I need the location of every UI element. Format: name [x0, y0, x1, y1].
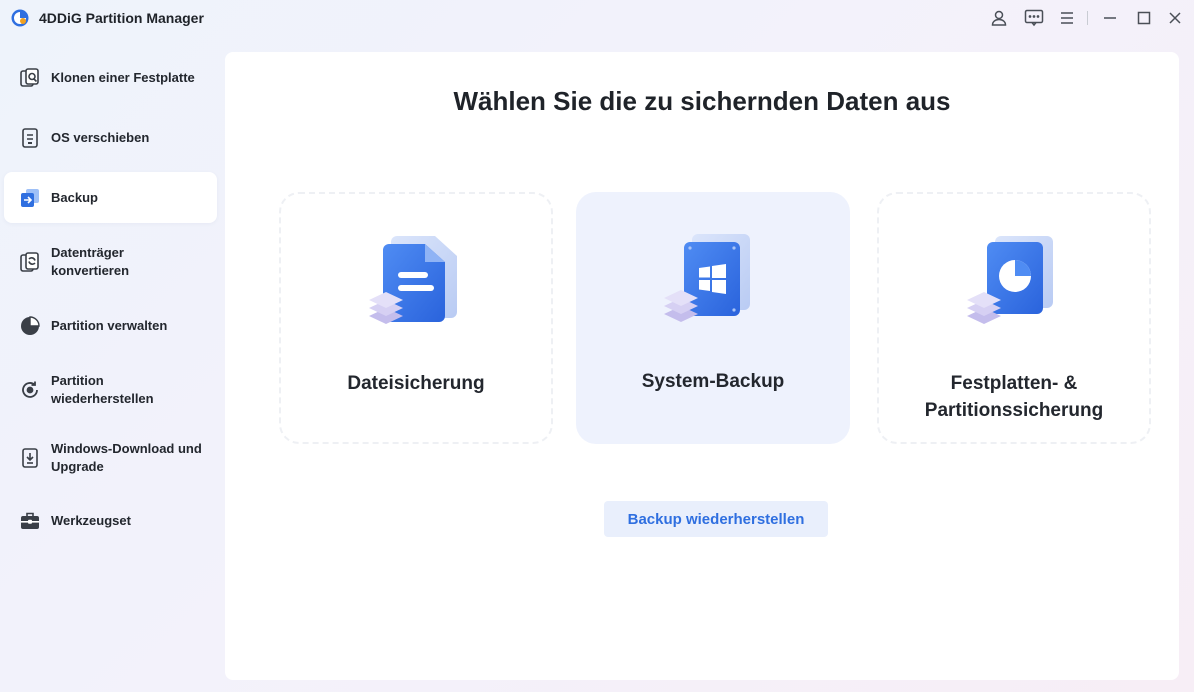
sidebar-item-label: Backup	[51, 189, 98, 205]
system-backup-icon	[662, 228, 766, 328]
backup-icon	[19, 187, 41, 209]
convert-disk-icon	[19, 251, 41, 273]
clone-disk-icon	[19, 67, 41, 89]
disk-partition-backup-icon	[965, 230, 1069, 330]
sidebar-item-backup[interactable]: Backup	[4, 172, 217, 223]
sidebar-item-manage-partition[interactable]: Partition verwalten	[4, 299, 217, 353]
sidebar-item-migrate-os[interactable]: OS verschieben	[4, 111, 217, 165]
toolbox-icon	[19, 510, 41, 532]
close-icon[interactable]	[1163, 6, 1187, 30]
file-backup-icon	[367, 230, 471, 330]
maximize-icon[interactable]	[1132, 6, 1156, 30]
sidebar: Klonen einer Festplatte OS verschieben B…	[0, 48, 222, 688]
windows-download-icon	[19, 447, 41, 469]
sidebar-item-label: Windows-Download und Upgrade	[51, 441, 202, 474]
restore-backup-button[interactable]: Backup wiederherstellen	[604, 501, 828, 537]
sidebar-item-convert-disk[interactable]: Datenträger konvertieren	[4, 234, 217, 290]
sidebar-item-label: OS verschieben	[51, 130, 150, 145]
sidebar-item-clone-disk[interactable]: Klonen einer Festplatte	[4, 51, 217, 105]
card-label: Festplatten- & Partitionssicherung	[924, 373, 1104, 421]
account-icon[interactable]	[987, 6, 1011, 30]
sidebar-item-toolbox[interactable]: Werkzeugset	[4, 494, 217, 548]
sidebar-item-windows-download[interactable]: Windows-Download und Upgrade	[4, 430, 217, 486]
menu-icon[interactable]	[1055, 6, 1079, 30]
minimize-icon[interactable]	[1098, 6, 1122, 30]
sidebar-item-recover-partition[interactable]: Partition wiederherstellen	[4, 362, 217, 418]
main-panel: Wählen Sie die zu sichernden Daten aus D…	[225, 52, 1179, 680]
app-logo-icon	[10, 8, 30, 28]
titlebar-divider	[1087, 11, 1088, 25]
card-disk-partition-backup[interactable]: Festplatten- & Partitionssicherung	[877, 192, 1151, 444]
card-label: Dateisicherung	[347, 373, 485, 394]
card-label: System-Backup	[641, 371, 785, 392]
card-file-backup[interactable]: Dateisicherung	[279, 192, 553, 444]
page-title: Wählen Sie die zu sichernden Daten aus	[453, 86, 951, 116]
recover-partition-icon	[19, 379, 41, 401]
app-title: 4DDiG Partition Manager	[39, 10, 204, 26]
sidebar-item-label: Werkzeugset	[51, 513, 131, 528]
card-system-backup[interactable]: System-Backup	[576, 192, 850, 444]
feedback-icon[interactable]	[1022, 6, 1046, 30]
partition-pie-icon	[19, 315, 41, 337]
sidebar-item-label: Partition verwalten	[51, 318, 168, 333]
title-bar: 4DDiG Partition Manager	[0, 0, 1194, 36]
sidebar-item-label: Partition wiederherstellen	[51, 373, 154, 406]
sidebar-item-label: Datenträger konvertieren	[51, 245, 130, 278]
sidebar-item-label: Klonen einer Festplatte	[51, 70, 195, 85]
migrate-os-icon	[19, 127, 41, 149]
